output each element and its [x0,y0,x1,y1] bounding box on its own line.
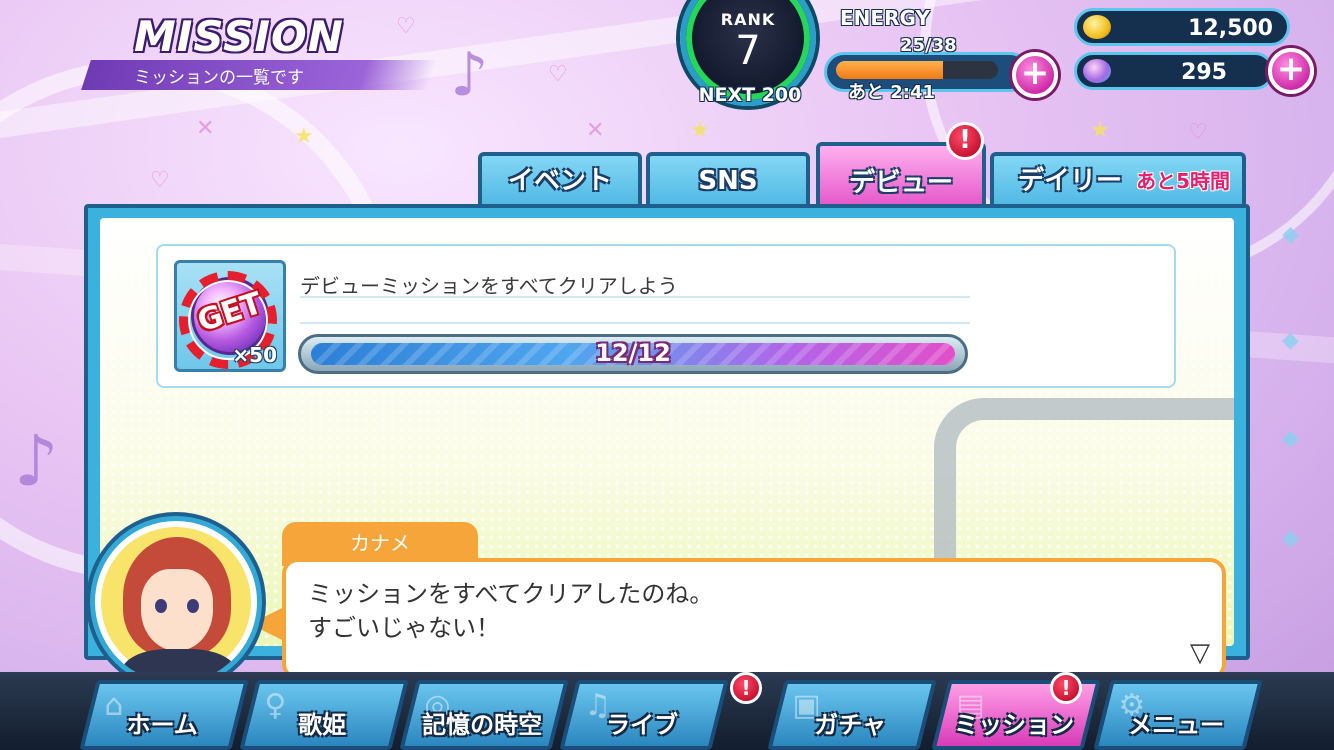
dialog-line-1: ミッションをすべてクリアしたのね。 [308,580,714,608]
drop-icon: ◆ [1282,526,1299,551]
character-avatar [90,516,262,688]
heart-icon: ♡ [396,14,416,39]
reward-box: GET ×50 [174,260,286,372]
dialog-line-2: すごいじゃない！ [308,614,500,642]
energy-add-button[interactable]: + [1012,52,1058,98]
avatar-eye [155,599,167,613]
coin-counter: 12,500 [1074,8,1290,46]
music-note-icon: ♪ [450,40,489,110]
reward-quantity: ×50 [232,343,277,367]
rank-next-exp: NEXT 200 [698,84,802,106]
nav-gacha[interactable]: ▣ ガチャ [767,680,937,750]
nav-label: 歌姫 [298,711,347,739]
heart-icon: ♡ [548,62,568,87]
nav-label: メニュー [1128,711,1225,739]
cross-icon: ✕ [196,116,215,141]
mission-progress-bar: 12/12 [298,334,968,374]
mission-card[interactable]: GET ×50 デビューミッションをすべてクリアしよう 12/12 [156,244,1176,388]
tab-debut-alert-badge: ! [946,122,984,160]
tab-label: デイリー [1018,166,1123,196]
nav-home[interactable]: ⌂ ホーム [79,680,249,750]
nav-label: ガチャ [814,711,887,739]
star-icon: ★ [690,118,710,143]
nav-live[interactable]: ♫ ライブ [559,680,729,750]
tab-sns[interactable]: SNS [646,152,810,208]
star-icon: ★ [1090,118,1110,143]
cross-icon: ✕ [586,118,605,143]
page-title: MISSION [134,12,344,61]
coin-icon [1083,15,1111,39]
divider [300,296,970,298]
tab-label: デビュー [848,168,953,198]
progress-text: 12/12 [595,339,671,367]
energy-label: ENERGY [840,6,930,30]
avatar-eye [187,599,199,613]
divider [300,322,970,324]
nav-singer[interactable]: ♀ 歌姫 [239,680,409,750]
energy-bar [836,61,998,79]
mission-description: デビューミッションをすべてクリアしよう [300,274,678,298]
energy-timer: あと 2:41 [848,82,936,103]
nav-label: ミッション [954,711,1075,739]
next-arrow-icon[interactable]: ▽ [1190,638,1210,668]
gem-value: 295 [1181,60,1227,85]
nav-memory-spacetime[interactable]: ◎ 記憶の時空 [399,680,569,750]
heart-icon: ♡ [150,168,170,193]
rank-label: RANK [720,10,776,29]
tab-daily[interactable]: デイリー あと5時間 [990,152,1246,208]
avatar-face [141,569,213,651]
nav-mission-alert-badge: ! [1050,672,1082,704]
tab-label: SNS [698,166,758,196]
gem-add-button[interactable]: + [1268,48,1314,94]
planet-gem-icon [1083,59,1111,83]
rank-value: 7 [735,28,761,74]
heart-icon: ♡ [1188,120,1208,145]
gem-counter: 295 [1074,52,1274,90]
tab-label: イベント [507,166,612,196]
nav-label: ホーム [126,711,198,739]
drop-icon: ◆ [1282,426,1299,451]
page-subtitle: ミッションの一覧です [134,68,304,88]
music-note-icon: ♪ [14,420,59,502]
daily-time-left: あと5時間 [1136,169,1230,193]
nav-menu[interactable]: ⚙ メニュー [1093,680,1263,750]
energy-bar-fill [836,61,943,79]
drop-icon: ◆ [1282,222,1299,247]
dialog-box[interactable]: ミッションをすべてクリアしたのね。 すごいじゃない！ ▽ [282,558,1226,680]
nav-label: ライブ [606,711,679,739]
star-icon: ★ [294,124,314,149]
drop-icon: ◆ [1282,328,1299,353]
coin-value: 12,500 [1188,16,1273,41]
nav-live-alert-badge: ! [730,672,762,704]
nav-label: 記憶の時空 [422,711,543,739]
energy-count: 25/38 [900,35,957,56]
tab-event[interactable]: イベント [478,152,642,208]
